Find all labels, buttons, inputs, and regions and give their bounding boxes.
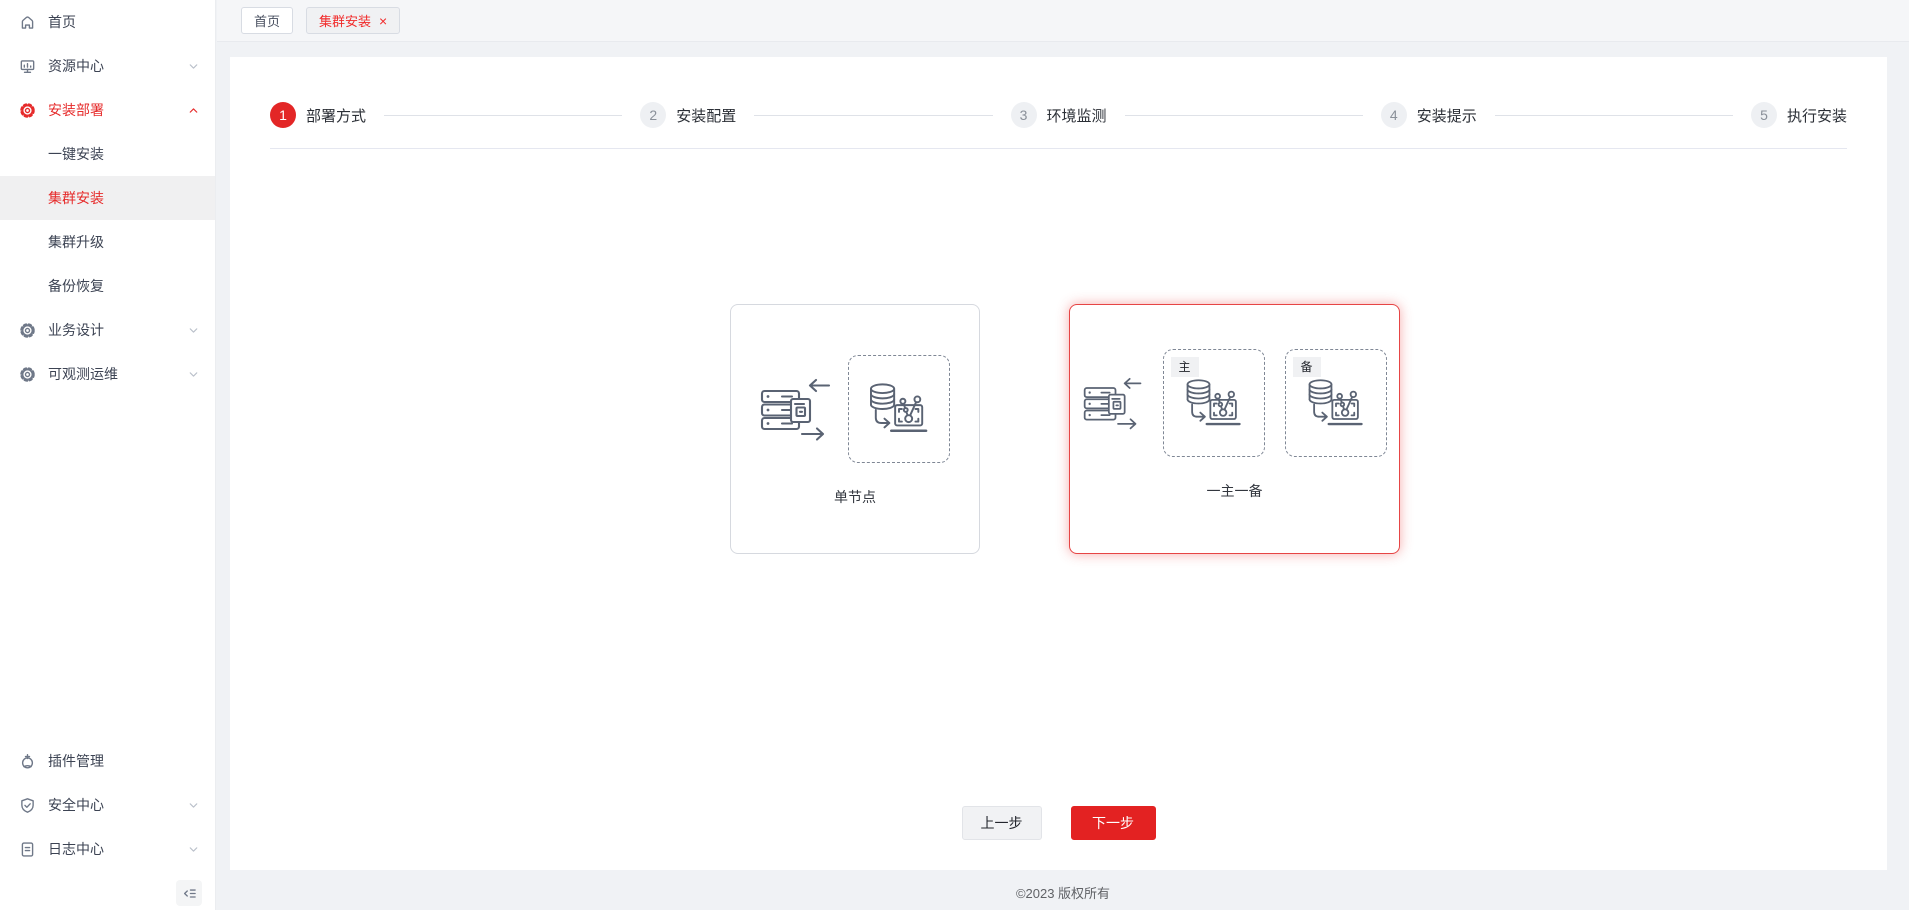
sidebar-item-label: 插件管理 (48, 751, 201, 771)
sidebar-item-label: 日志中心 (48, 839, 187, 859)
step-label: 执行安装 (1787, 105, 1847, 126)
step-number: 2 (640, 102, 666, 128)
main-content-panel: 1 部署方式 2 安装配置 3 环境监测 4 安装提示 5 执行安装 (230, 57, 1887, 870)
server-sync-icon (760, 377, 832, 441)
tags-view-bar: 首页 集群安装 × (217, 0, 1909, 42)
sidebar-item-plugin-management[interactable]: 插件管理 (0, 739, 215, 783)
fold-icon (182, 886, 197, 901)
tab-label: 集群安装 (319, 11, 371, 30)
option-icon-row (760, 355, 950, 463)
chevron-down-icon (187, 59, 201, 73)
tab-home[interactable]: 首页 (241, 7, 293, 34)
sidebar-item-cluster-upgrade[interactable]: 集群升级 (0, 220, 215, 264)
gear-icon (18, 101, 36, 119)
step-connector (754, 115, 992, 116)
step-label: 部署方式 (306, 105, 366, 126)
plugin-icon (18, 752, 36, 770)
wizard-actions: 上一步 下一步 (230, 806, 1887, 840)
sidebar-item-backup-restore[interactable]: 备份恢复 (0, 264, 215, 308)
step-run-install: 5 执行安装 (1751, 102, 1847, 128)
chevron-down-icon (187, 842, 201, 856)
sidebar-item-cluster-install[interactable]: 集群安装 (0, 176, 215, 220)
chevron-up-icon (187, 103, 201, 117)
sidebar-item-resource-center[interactable]: 资源中心 (0, 44, 215, 88)
sidebar-item-install-deploy[interactable]: 安装部署 (0, 88, 215, 132)
chevron-down-icon (187, 323, 201, 337)
home-icon (18, 13, 36, 31)
step-connector (1495, 115, 1733, 116)
sidebar-collapse-button[interactable] (176, 880, 202, 906)
submenu-item-label: 一键安装 (48, 144, 104, 164)
sidebar-item-log-center[interactable]: 日志中心 (0, 827, 215, 871)
gear-icon (18, 365, 36, 383)
sidebar-item-security-center[interactable]: 安全中心 (0, 783, 215, 827)
step-number: 1 (270, 102, 296, 128)
primary-tag: 主 (1171, 357, 1199, 377)
sidebar-item-one-click-install[interactable]: 一键安装 (0, 132, 215, 176)
log-icon (18, 840, 36, 858)
sidebar-bottom-group: 插件管理 安全中心 日志中心 (0, 739, 215, 871)
step-connector (384, 115, 622, 116)
sidebar: 首页 资源中心 安装部署 一键安装 集群安装 集群升级 备份恢复 (0, 0, 216, 910)
shield-icon (18, 796, 36, 814)
submenu-item-label: 集群安装 (48, 188, 104, 208)
prev-step-button[interactable]: 上一步 (962, 806, 1042, 840)
chevron-down-icon (187, 798, 201, 812)
copyright-footer: ©2023 版权所有 (217, 883, 1909, 902)
step-number: 3 (1011, 102, 1037, 128)
chevron-down-icon (187, 367, 201, 381)
next-step-button[interactable]: 下一步 (1071, 806, 1156, 840)
database-laptop-icon (866, 380, 932, 438)
tab-cluster-install[interactable]: 集群安装 × (306, 7, 400, 34)
step-install-config: 2 安装配置 (640, 102, 1010, 128)
sidebar-item-business-design[interactable]: 业务设计 (0, 308, 215, 352)
step-label: 安装配置 (676, 105, 736, 126)
sidebar-item-label: 业务设计 (48, 320, 187, 340)
step-label: 安装提示 (1417, 105, 1477, 126)
primary-node-box: 主 (1163, 349, 1265, 457)
step-deploy-mode: 1 部署方式 (270, 102, 640, 128)
sidebar-item-home[interactable]: 首页 (0, 0, 215, 44)
step-number: 4 (1381, 102, 1407, 128)
sidebar-item-label: 首页 (48, 12, 201, 32)
standby-node-box: 备 (1285, 349, 1387, 457)
deploy-option-primary-standby[interactable]: 主 (1069, 304, 1400, 554)
option-title: 单节点 (834, 487, 876, 507)
step-env-check: 3 环境监测 (1011, 102, 1381, 128)
node-box (848, 355, 950, 463)
close-icon[interactable]: × (379, 14, 387, 28)
submenu-item-label: 备份恢复 (48, 276, 104, 296)
monitor-icon (18, 57, 36, 75)
option-icon-row: 主 (1083, 349, 1387, 457)
deploy-option-single-node[interactable]: 单节点 (730, 304, 980, 554)
sidebar-item-label: 安装部署 (48, 100, 187, 120)
step-install-tips: 4 安装提示 (1381, 102, 1751, 128)
sidebar-item-label: 资源中心 (48, 56, 187, 76)
database-laptop-icon (1305, 376, 1367, 431)
server-sync-icon (1083, 375, 1143, 431)
sidebar-submenu: 一键安装 集群安装 集群升级 备份恢复 (0, 132, 215, 308)
install-stepper: 1 部署方式 2 安装配置 3 环境监测 4 安装提示 5 执行安装 (270, 95, 1847, 135)
sidebar-item-observability-ops[interactable]: 可观测运维 (0, 352, 215, 396)
option-title: 一主一备 (1207, 481, 1263, 501)
database-laptop-icon (1183, 376, 1245, 431)
standby-tag: 备 (1293, 357, 1321, 377)
step-number: 5 (1751, 102, 1777, 128)
sidebar-item-label: 安全中心 (48, 795, 187, 815)
gear-icon (18, 321, 36, 339)
step-label: 环境监测 (1047, 105, 1107, 126)
tab-label: 首页 (254, 11, 280, 30)
sidebar-item-label: 可观测运维 (48, 364, 187, 384)
step-connector (1125, 115, 1363, 116)
stepper-divider (270, 148, 1847, 149)
submenu-item-label: 集群升级 (48, 232, 104, 252)
